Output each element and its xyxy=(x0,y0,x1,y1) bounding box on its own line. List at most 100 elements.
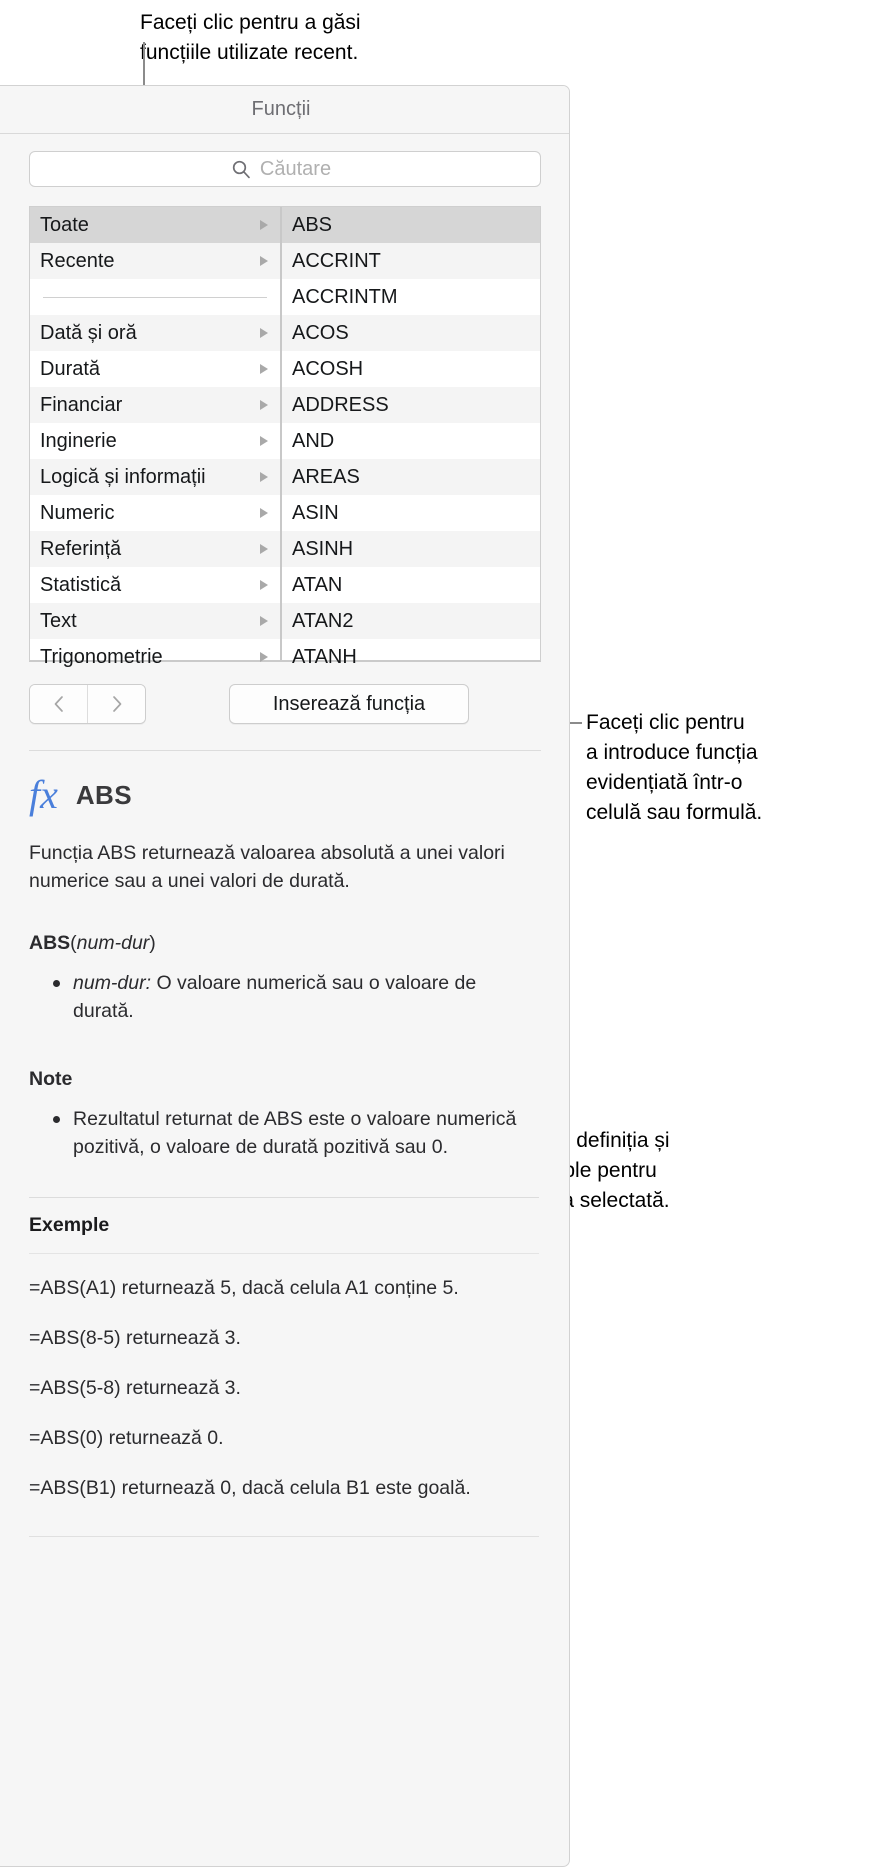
function-item[interactable]: ASIN xyxy=(282,495,540,531)
category-item-label: Trigonometrie xyxy=(40,645,163,668)
category-item[interactable]: Logică și informații xyxy=(30,459,280,495)
examples-divider-top xyxy=(29,1197,539,1198)
category-item-label: Logică și informații xyxy=(40,465,206,488)
function-item[interactable]: ACOSH xyxy=(282,351,540,387)
function-item-label: ATANH xyxy=(292,645,357,668)
panel-titlebar: Funcții xyxy=(0,86,569,134)
category-item-label: Financiar xyxy=(40,393,123,416)
category-item[interactable]: Recente xyxy=(30,243,280,279)
chevron-right-icon xyxy=(260,652,268,662)
category-item[interactable]: Trigonometrie xyxy=(30,639,280,675)
button-bar: Inserează funcția xyxy=(29,684,541,724)
fx-icon: fx xyxy=(29,772,58,817)
search-field[interactable]: Căutare xyxy=(29,151,541,187)
navigation-segmented-control[interactable] xyxy=(29,684,146,724)
function-item[interactable]: ATAN2 xyxy=(282,603,540,639)
category-item-label: Statistică xyxy=(40,573,122,596)
function-list[interactable]: ABS ACCRINT ACCRINTM ACOS ACOSH ADDRESS AND ARE… xyxy=(282,207,540,668)
function-item-label: ACOS xyxy=(292,321,349,344)
function-item[interactable]: AREAS xyxy=(282,459,540,495)
function-item[interactable]: AND xyxy=(282,423,540,459)
search-row: Căutare xyxy=(0,134,569,202)
previous-button[interactable] xyxy=(30,685,87,723)
chevron-right-icon xyxy=(260,544,268,554)
chevron-right-icon xyxy=(109,693,125,715)
chevron-right-icon xyxy=(260,580,268,590)
chevron-right-icon xyxy=(260,508,268,518)
category-item[interactable]: Text xyxy=(30,603,280,639)
category-item[interactable]: Financiar xyxy=(30,387,280,423)
list-item: Rezultatul returnat de ABS este o valoar… xyxy=(53,1105,539,1161)
insert-function-button[interactable]: Inserează funcția xyxy=(229,684,469,724)
notes-list: Rezultatul returnat de ABS este o valoar… xyxy=(29,1105,539,1161)
syntax-arguments: num-dur xyxy=(76,932,150,954)
category-item-label: Toate xyxy=(40,213,89,236)
function-item[interactable]: ATAN xyxy=(282,567,540,603)
chevron-right-icon xyxy=(260,220,268,230)
category-item[interactable]: Numeric xyxy=(30,495,280,531)
function-item-label: ACOSH xyxy=(292,357,364,380)
category-item xyxy=(30,279,280,315)
search-icon xyxy=(231,159,251,179)
chevron-right-icon xyxy=(260,472,268,482)
list-item: num-dur: O valoare numerică sau o valoar… xyxy=(53,969,539,1025)
category-item-label: Dată și oră xyxy=(40,321,137,344)
function-item[interactable]: ADDRESS xyxy=(282,387,540,423)
detail-bottom-rule xyxy=(29,1536,539,1537)
example-item: =ABS(5-8) returnează 3. xyxy=(29,1377,241,1399)
function-item-label: ACCRINT xyxy=(292,249,381,272)
category-item-label: Inginerie xyxy=(40,429,117,452)
function-item[interactable]: ATANH xyxy=(282,639,540,675)
functions-panel: Funcții Căutare Toate Recente Dată și oră D… xyxy=(0,85,570,1867)
example-item: =ABS(8-5) returnează 3. xyxy=(29,1327,241,1349)
example-item: =ABS(A1) returnează 5, dacă celula A1 co… xyxy=(29,1277,459,1299)
examples-heading: Exemple xyxy=(29,1214,110,1236)
category-item-label: Referință xyxy=(40,537,122,560)
chevron-right-icon xyxy=(260,328,268,338)
category-item[interactable]: Statistică xyxy=(30,567,280,603)
chevron-right-icon xyxy=(260,616,268,626)
chevron-left-icon xyxy=(51,693,67,715)
detail-syntax: ABS(num-dur) xyxy=(29,929,539,957)
chevron-right-icon xyxy=(260,364,268,374)
chevron-right-icon xyxy=(260,256,268,266)
function-item[interactable]: ABS xyxy=(282,207,540,243)
detail-description: Funcția ABS returnează valoarea absolută… xyxy=(29,842,505,892)
example-item: =ABS(B1) returnează 0, dacă celula B1 es… xyxy=(29,1477,471,1499)
examples-divider-bottom xyxy=(29,1253,539,1254)
category-item-label: Numeric xyxy=(40,501,115,524)
example-item: =ABS(0) returnează 0. xyxy=(29,1427,224,1449)
function-browser-lists: Toate Recente Dată și oră Durată Financiar In… xyxy=(29,206,541,668)
function-item[interactable]: ACOS xyxy=(282,315,540,351)
function-item-label: AREAS xyxy=(292,465,360,488)
function-item-label: ABS xyxy=(292,213,333,236)
next-button[interactable] xyxy=(87,685,145,723)
category-item[interactable]: Inginerie xyxy=(30,423,280,459)
syntax-function-name: ABS xyxy=(29,932,71,954)
function-item-label: ADDRESS xyxy=(292,393,389,416)
category-item-label: Durată xyxy=(40,357,101,380)
chevron-right-icon xyxy=(260,400,268,410)
function-item-label: ASINH xyxy=(292,537,354,560)
search-input[interactable]: Căutare xyxy=(260,158,331,181)
function-item-label: ACCRINTM xyxy=(292,285,398,308)
category-item[interactable]: Durată xyxy=(30,351,280,387)
function-item-label: AND xyxy=(292,429,335,452)
category-item[interactable]: Toate xyxy=(30,207,280,243)
chevron-right-icon xyxy=(260,436,268,446)
category-item[interactable]: Dată și oră xyxy=(30,315,280,351)
category-item-label: Text xyxy=(40,609,77,632)
function-item-label: ATAN2 xyxy=(292,609,354,632)
argument-list: num-dur: O valoare numerică sau o valoar… xyxy=(29,969,539,1025)
callout-recent-functions: Faceți clic pentru a găsi funcțiile util… xyxy=(140,11,361,64)
function-item[interactable]: ACCRINTM xyxy=(282,279,540,315)
category-item[interactable]: Referință xyxy=(30,531,280,567)
function-item[interactable]: ASINH xyxy=(282,531,540,567)
category-list[interactable]: Toate Recente Dată și oră Durată Financiar In… xyxy=(30,207,282,668)
notes-heading: Note xyxy=(29,1068,73,1090)
detail-function-name: ABS xyxy=(75,779,132,810)
detail-body: Funcția ABS returnează valoarea absolută… xyxy=(29,839,539,1537)
syntax-close-paren: ) xyxy=(149,932,156,954)
page-title: Funcții xyxy=(251,98,311,120)
function-item[interactable]: ACCRINT xyxy=(282,243,540,279)
